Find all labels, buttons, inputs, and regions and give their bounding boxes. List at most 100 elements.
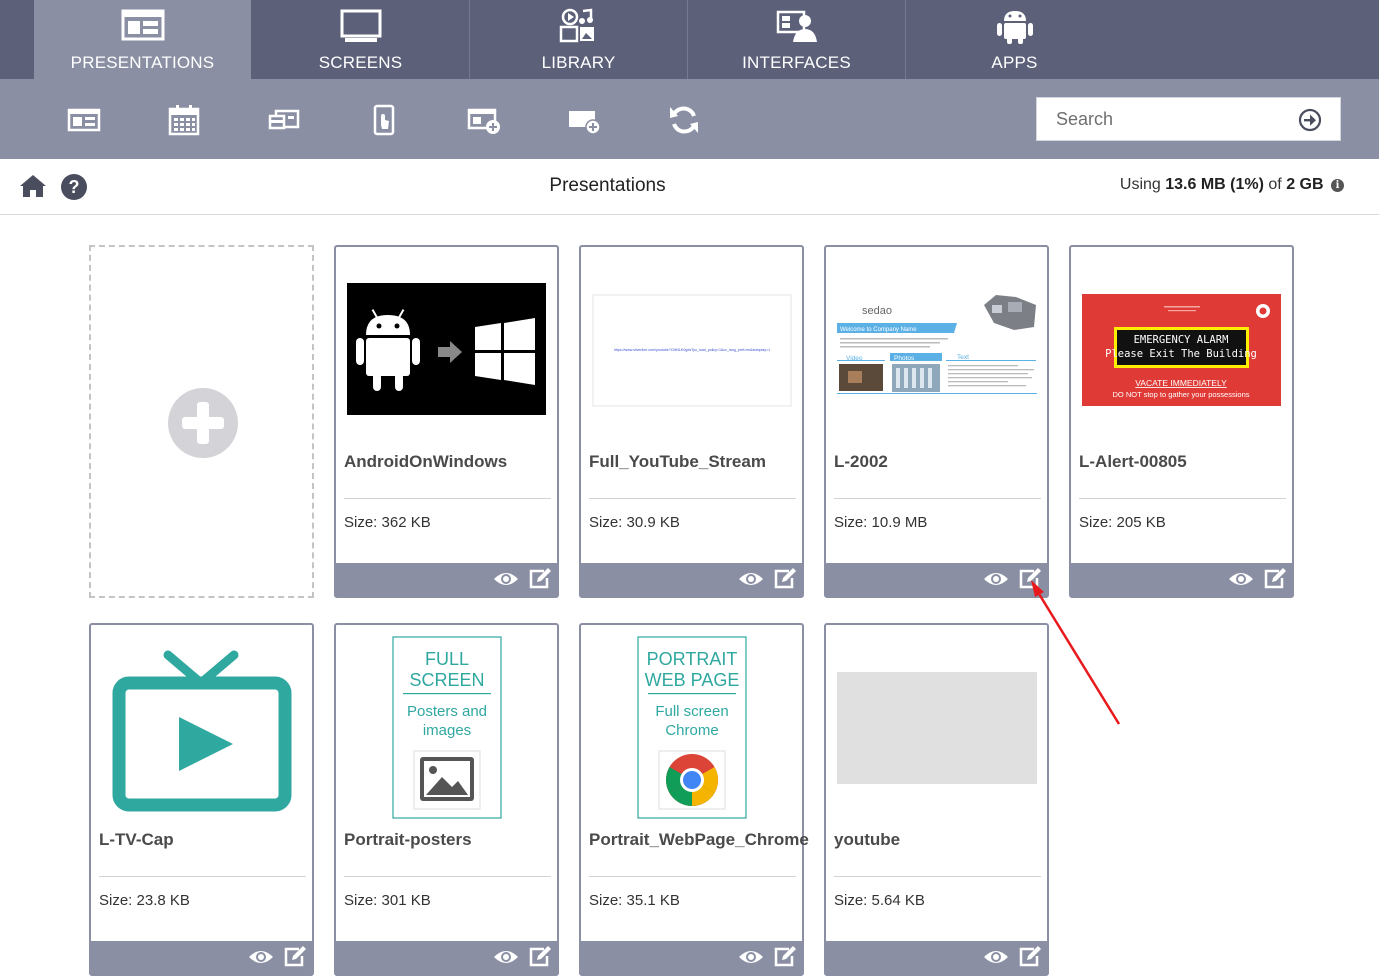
poster-title-line1: FULL bbox=[425, 649, 469, 669]
presentation-name[interactable]: Portrait-posters bbox=[344, 830, 472, 850]
search-input[interactable] bbox=[1037, 98, 1287, 140]
card-actions bbox=[336, 563, 557, 596]
arrow-circle-right-icon[interactable] bbox=[1298, 108, 1322, 132]
tab-screens-label: SCREENS bbox=[318, 53, 403, 72]
thumbnail-portrait-webpage: PORTRAIT WEB PAGE Full screen Chrome bbox=[637, 636, 747, 819]
alert-note: DO NOT stop to gather your possessions bbox=[1112, 390, 1249, 399]
presentation-size: Size: 362 KB bbox=[344, 514, 431, 531]
presentation-size: Size: 23.8 KB bbox=[99, 892, 190, 909]
android-icon bbox=[996, 11, 1033, 44]
card-actions bbox=[91, 941, 312, 974]
divider bbox=[99, 876, 306, 877]
presentation-layout-icon[interactable] bbox=[67, 103, 101, 137]
preview-eye-icon[interactable] bbox=[493, 947, 519, 967]
edit-icon[interactable] bbox=[772, 944, 798, 968]
divider bbox=[344, 498, 551, 499]
presentation-name[interactable]: AndroidOnWindows bbox=[344, 452, 507, 472]
presentation-name[interactable]: Portrait_WebPage_Chrome bbox=[589, 830, 809, 850]
poster-subtitle-line2: images bbox=[423, 722, 471, 739]
add-zone-icon[interactable] bbox=[567, 103, 601, 137]
thumbnail-emergency-alert: EMERGENCY ALARM Please Exit The Building… bbox=[1082, 294, 1281, 406]
thumbnail-youtube-blank bbox=[837, 672, 1037, 784]
divider bbox=[834, 876, 1041, 877]
usage-prefix: Using bbox=[1119, 176, 1161, 193]
presentation-card[interactable]: FULL SCREEN Posters and images Portrait-… bbox=[334, 623, 559, 976]
web-title-line1: PORTRAIT bbox=[647, 649, 738, 669]
storage-usage: Using 13.6 MB (1%) of 2 GB i bbox=[1120, 176, 1344, 194]
tab-apps-label: APPS bbox=[991, 53, 1038, 72]
l2002-logo: sedao bbox=[862, 305, 892, 317]
presentation-name[interactable]: youtube bbox=[834, 830, 900, 850]
presentation-name[interactable]: L-TV-Cap bbox=[99, 830, 174, 850]
edit-icon[interactable] bbox=[1262, 566, 1288, 590]
presentation-size: Size: 301 KB bbox=[344, 892, 431, 909]
presentation-name[interactable]: Full_YouTube_Stream bbox=[589, 452, 766, 472]
search-box bbox=[1036, 97, 1341, 141]
tab-screens[interactable]: SCREENS bbox=[252, 0, 469, 79]
add-presentation-card[interactable] bbox=[89, 245, 314, 598]
edit-icon[interactable] bbox=[282, 944, 308, 968]
web-subtitle-line2: Chrome bbox=[665, 722, 718, 739]
tab-library[interactable]: LIBRARY bbox=[470, 0, 687, 79]
edit-icon[interactable] bbox=[527, 566, 553, 590]
presentation-card[interactable]: PORTRAIT WEB PAGE Full screen Chrome Por… bbox=[579, 623, 809, 976]
touch-device-icon[interactable] bbox=[367, 103, 401, 137]
preview-eye-icon[interactable] bbox=[493, 569, 519, 589]
presentation-size: Size: 205 KB bbox=[1079, 514, 1166, 531]
main-navigation: PRESENTATIONS SCREENS LIBRARY INTERFACES… bbox=[0, 0, 1379, 79]
l2002-text: Text bbox=[957, 354, 969, 361]
poster-subtitle-line1: Posters and bbox=[407, 703, 487, 720]
playlist-icon[interactable] bbox=[267, 103, 301, 137]
add-presentation-icon[interactable] bbox=[467, 103, 501, 137]
preview-eye-icon[interactable] bbox=[738, 947, 764, 967]
preview-eye-icon[interactable] bbox=[248, 947, 274, 967]
card-actions bbox=[581, 941, 802, 974]
presentation-name[interactable]: L-2002 bbox=[834, 452, 888, 472]
monitor-icon bbox=[340, 9, 381, 42]
media-library-icon bbox=[559, 8, 594, 43]
preview-eye-icon[interactable] bbox=[983, 569, 1009, 589]
youtube-url-text: https://www.silverline.com/youtube?CMNLK… bbox=[614, 348, 770, 352]
tv-play-icon bbox=[112, 650, 292, 812]
presentation-card[interactable]: youtube Size: 5.64 KB bbox=[824, 623, 1049, 976]
preview-eye-icon[interactable] bbox=[738, 569, 764, 589]
presentations-icon bbox=[121, 9, 164, 41]
tab-interfaces-label: INTERFACES bbox=[742, 53, 851, 72]
tab-presentations-label: PRESENTATIONS bbox=[70, 53, 215, 72]
tab-interfaces[interactable]: INTERFACES bbox=[688, 0, 905, 79]
preview-eye-icon[interactable] bbox=[983, 947, 1009, 967]
presentation-card[interactable]: L-TV-Cap Size: 23.8 KB bbox=[89, 623, 314, 976]
presentation-card[interactable]: AndroidOnWindows Size: 362 KB bbox=[334, 245, 559, 598]
usage-of: of bbox=[1268, 176, 1282, 193]
tab-presentations[interactable]: PRESENTATIONS bbox=[34, 0, 251, 79]
l2002-welcome: Welcome to Company Name bbox=[840, 327, 917, 333]
presentation-card[interactable]: https://www.silverline.com/youtube?CMNLK… bbox=[579, 245, 804, 598]
presentation-size: Size: 5.64 KB bbox=[834, 892, 925, 909]
card-actions bbox=[581, 563, 802, 596]
l2002-photos: Photos bbox=[894, 355, 915, 362]
plus-circle-icon bbox=[168, 388, 238, 458]
divider bbox=[344, 876, 551, 877]
tab-apps[interactable]: APPS bbox=[906, 0, 1123, 79]
divider bbox=[589, 876, 796, 877]
edit-icon[interactable] bbox=[527, 944, 553, 968]
divider bbox=[834, 498, 1041, 499]
presentation-name[interactable]: L-Alert-00805 bbox=[1079, 452, 1187, 472]
edit-icon[interactable] bbox=[1017, 944, 1043, 968]
preview-eye-icon[interactable] bbox=[1228, 569, 1254, 589]
edit-icon[interactable] bbox=[1017, 566, 1043, 590]
info-icon[interactable]: i bbox=[1331, 179, 1344, 192]
divider bbox=[589, 498, 796, 499]
web-subtitle-line1: Full screen bbox=[655, 703, 728, 720]
thumbnail-l-2002: sedao Welcome to Company Name Video Phot… bbox=[837, 292, 1037, 402]
edit-icon[interactable] bbox=[772, 566, 798, 590]
web-title-line2: WEB PAGE bbox=[645, 670, 740, 690]
alert-subtitle: Please Exit The Building bbox=[1105, 348, 1257, 360]
refresh-icon[interactable] bbox=[667, 103, 701, 137]
presentation-card[interactable]: EMERGENCY ALARM Please Exit The Building… bbox=[1069, 245, 1294, 598]
calendar-icon[interactable] bbox=[167, 103, 201, 137]
page-title: Presentations bbox=[549, 175, 666, 196]
presentation-card[interactable]: sedao Welcome to Company Name Video Phot… bbox=[824, 245, 1049, 598]
card-actions bbox=[1071, 563, 1292, 596]
thumbnail-youtube-stream: https://www.silverline.com/youtube?CMNLK… bbox=[592, 294, 792, 407]
